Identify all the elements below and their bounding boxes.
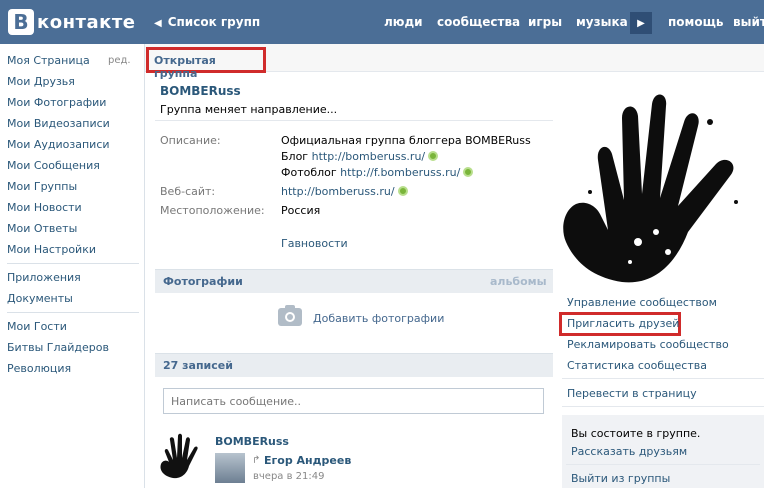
blog-row: Блог http://bomberuss.ru/ [281, 150, 439, 163]
invite-friends-link[interactable]: Пригласить друзей [567, 317, 679, 330]
description-text: Официальная группа блоггера BOMBERuss [281, 134, 531, 147]
back-to-groups-link[interactable]: ◀ Список групп [154, 15, 260, 29]
website-link[interactable]: http://bomberuss.ru/ [281, 185, 395, 198]
group-avatar-hand[interactable] [155, 430, 207, 482]
nav-communities[interactable]: сообщества [437, 15, 520, 29]
convert-to-page-link[interactable]: Перевести в страницу [567, 387, 697, 400]
menu-documents[interactable]: Документы [7, 292, 73, 305]
leave-group-link[interactable]: Выйти из группы [571, 472, 670, 485]
play-icon: ▶ [637, 17, 645, 29]
website-label: Веб-сайт: [160, 185, 216, 198]
menu-revolution[interactable]: Революция [7, 362, 71, 375]
add-photos-link[interactable]: Добавить фотографии [313, 312, 444, 325]
menu-messages[interactable]: Мои Сообщения [7, 159, 100, 172]
status-divider [155, 120, 553, 121]
membership-divider [566, 464, 760, 465]
nav-music[interactable]: музыка [576, 15, 628, 29]
membership-status: Вы состоите в группе. [571, 427, 701, 440]
nav-people[interactable]: люди [384, 15, 423, 29]
wall-count-title[interactable]: 27 записей [163, 359, 233, 372]
photoblog-row: Фотоблог http://f.bomberuss.ru/ [281, 166, 474, 179]
right-divider [562, 406, 764, 407]
blog-link[interactable]: http://bomberuss.ru/ [312, 150, 426, 163]
advertise-community-link[interactable]: Рекламировать сообщество [567, 338, 729, 351]
menu-my-page[interactable]: Моя Страница [7, 54, 90, 67]
menu-audio[interactable]: Мои Аудиозаписи [7, 138, 110, 151]
vk-logo[interactable]: В контакте [8, 9, 135, 35]
repost-time[interactable]: вчера в 21:49 [253, 471, 325, 482]
menu-news[interactable]: Мои Новости [7, 201, 82, 214]
location-label: Местоположение: [160, 204, 265, 217]
nav-help[interactable]: помощь [668, 15, 723, 29]
menu-glider-battles[interactable]: Битвы Глайдеров [7, 341, 109, 354]
column-divider [144, 44, 145, 488]
camera-icon[interactable] [278, 308, 302, 326]
photoblog-link[interactable]: http://f.bomberuss.ru/ [340, 166, 460, 179]
logo-icon: В [8, 9, 34, 35]
nav-logout[interactable]: выйти [733, 15, 764, 29]
wall-post-input[interactable]: Написать сообщение.. [163, 388, 544, 414]
group-name: BOMBERuss [160, 84, 241, 98]
blog-label: Блог [281, 150, 309, 163]
top-bar: В контакте ◀ Список групп люди сообщества… [0, 0, 764, 44]
repost-icon: ↱ [252, 455, 261, 466]
description-label: Описание: [160, 134, 221, 147]
external-link-icon[interactable] [463, 167, 474, 177]
tell-friends-link[interactable]: Рассказать друзьям [571, 445, 687, 458]
menu-friends[interactable]: Мои Друзья [7, 75, 75, 88]
community-stats-link[interactable]: Статистика сообщества [567, 359, 707, 372]
website-row: http://bomberuss.ru/ [281, 185, 408, 198]
menu-photos[interactable]: Мои Фотографии [7, 96, 106, 109]
location-value: Россия [281, 204, 321, 217]
repost-avatar[interactable] [215, 453, 245, 483]
logo-text: контакте [37, 11, 136, 33]
photoblog-label: Фотоблог [281, 166, 337, 179]
news-link[interactable]: Гавновости [281, 237, 348, 250]
external-link-icon[interactable] [397, 186, 408, 196]
menu-divider [7, 263, 139, 264]
menu-edit-link[interactable]: ред. [108, 55, 131, 66]
group-status: Группа меняет направление... [160, 103, 338, 116]
menu-settings[interactable]: Мои Настройки [7, 243, 96, 256]
group-type-label: Открытая группа [146, 47, 266, 80]
repost-author-link[interactable]: Егор Андреев [264, 454, 351, 467]
menu-guests[interactable]: Мои Гости [7, 320, 67, 333]
albums-link[interactable]: альбомы [490, 275, 547, 288]
manage-community-link[interactable]: Управление сообществом [567, 296, 717, 309]
menu-divider [7, 312, 139, 313]
menu-videos[interactable]: Мои Видеозаписи [7, 117, 110, 130]
music-play-button[interactable]: ▶ [630, 12, 652, 34]
external-link-icon[interactable] [428, 151, 439, 161]
post-author-link[interactable]: BOMBERuss [215, 435, 289, 448]
menu-groups[interactable]: Мои Группы [7, 180, 77, 193]
menu-apps[interactable]: Приложения [7, 271, 81, 284]
photos-title[interactable]: Фотографии [163, 275, 243, 288]
group-photo-hand[interactable] [560, 82, 760, 287]
menu-answers[interactable]: Мои Ответы [7, 222, 77, 235]
nav-games[interactable]: игры [528, 15, 562, 29]
right-divider [562, 378, 764, 379]
arrow-left-icon: ◀ [154, 18, 162, 29]
